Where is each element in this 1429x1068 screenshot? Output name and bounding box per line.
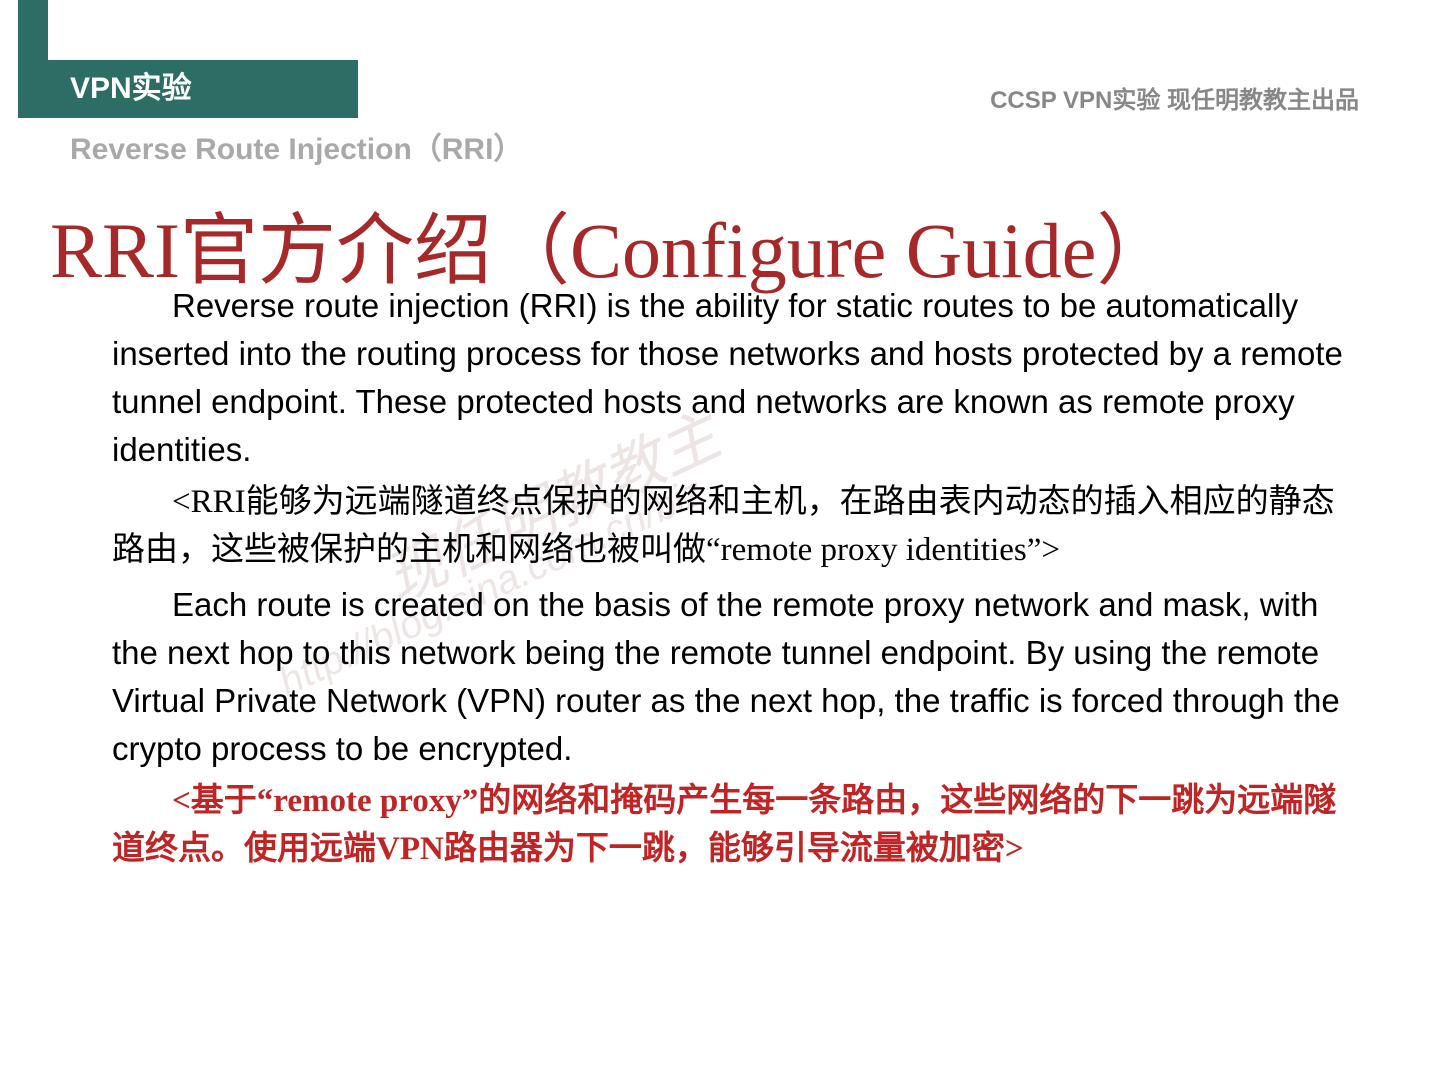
header-credit: CCSP VPN实验 现任明教教主出品 [990, 80, 1359, 115]
paragraph-3-en: Each route is created on the basis of th… [112, 581, 1352, 772]
slide-container: VPN实验 CCSP VPN实验 现任明教教主出品 Reverse Route … [0, 0, 1429, 1068]
paragraph-2-cn: <RRI能够为远端隧道终点保护的网络和主机，在路由表内动态的插入相应的静态路由，… [112, 479, 1352, 575]
side-accent-bar [18, 0, 48, 118]
body-text: Reverse route injection (RRI) is the abi… [112, 282, 1352, 880]
header-ribbon: VPN实验 [48, 60, 358, 118]
subheader: Reverse Route Injection（RRI） [70, 124, 523, 168]
paragraph-1-en: Reverse route injection (RRI) is the abi… [112, 282, 1352, 473]
paragraph-4-cn-highlight: <基于“remote proxy”的网络和掩码产生每一条路由，这些网络的下一跳为… [112, 778, 1352, 874]
